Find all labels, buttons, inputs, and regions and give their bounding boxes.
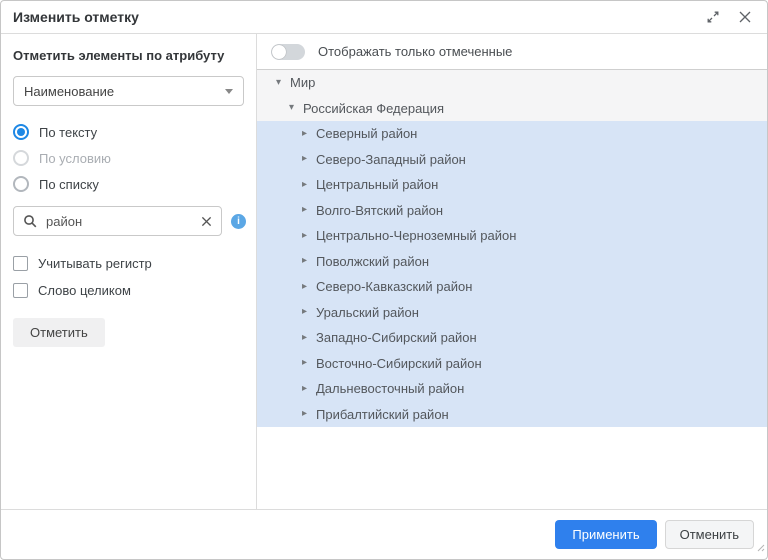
tree-item-label: Волго-Вятский район [316, 203, 443, 218]
tree-item[interactable]: ▸ Центральный район [257, 172, 767, 198]
radio-option[interactable]: По тексту [13, 119, 244, 145]
chevron-right-icon[interactable]: ▸ [299, 333, 310, 343]
chevron-down-icon [225, 89, 233, 94]
mode-radio-group: По тексту По условию По списку [13, 119, 244, 197]
tree-item[interactable]: ▸ Волго-Вятский район [257, 198, 767, 224]
filter-panel: Отметить элементы по атрибуту Наименован… [1, 34, 257, 509]
search-box[interactable] [13, 206, 222, 236]
dialog-titlebar: Изменить отметку [1, 1, 767, 34]
chevron-right-icon[interactable]: ▸ [299, 384, 310, 394]
attribute-dropdown[interactable]: Наименование [13, 76, 244, 106]
radio-label: По тексту [39, 125, 97, 140]
region-tree: ▾ Мир ▾ Российская Федерация ▸ Северный район… [257, 70, 767, 509]
radio-option[interactable]: По списку [13, 171, 244, 197]
chevron-right-icon[interactable]: ▸ [299, 409, 310, 419]
dialog-title: Изменить отметку [13, 9, 139, 25]
dialog-body: Отметить элементы по атрибуту Наименован… [1, 34, 767, 509]
tree-item-label: Центрально-Черноземный район [316, 228, 516, 243]
close-icon[interactable] [737, 9, 753, 25]
apply-button[interactable]: Применить [555, 520, 656, 549]
tree-item-label: Уральский район [316, 305, 419, 320]
chevron-right-icon[interactable]: ▸ [299, 358, 310, 368]
show-marked-toggle-row: Отображать только отмеченные [257, 34, 767, 70]
checkbox-option[interactable]: Учитывать регистр [13, 250, 244, 277]
titlebar-icons [705, 9, 753, 25]
radio-selected-icon[interactable] [13, 124, 29, 140]
tree-item-label: Прибалтийский район [316, 407, 449, 422]
dialog-footer: Применить Отменить [1, 509, 767, 559]
tree-item[interactable]: ▸ Северный район [257, 121, 767, 147]
checkbox-label: Учитывать регистр [38, 256, 152, 271]
info-icon[interactable]: i [231, 214, 246, 229]
chevron-down-icon[interactable]: ▾ [286, 103, 297, 113]
toggle-knob [272, 45, 286, 59]
chevron-right-icon[interactable]: ▸ [299, 180, 310, 190]
search-input[interactable] [44, 213, 194, 230]
tree-item[interactable]: ▸ Уральский район [257, 300, 767, 326]
chevron-right-icon[interactable]: ▸ [299, 256, 310, 266]
tree-item-label: Северный район [316, 126, 417, 141]
tree-item-label: Восточно-Сибирский район [316, 356, 482, 371]
tree-item-label: Центральный район [316, 177, 438, 192]
chevron-down-icon[interactable]: ▾ [273, 78, 284, 88]
chevron-right-icon[interactable]: ▸ [299, 231, 310, 241]
tree-item[interactable]: ▸ Прибалтийский район [257, 402, 767, 428]
radio-icon[interactable] [13, 150, 29, 166]
checkbox-icon[interactable] [13, 256, 28, 271]
tree-item-label: Мир [290, 75, 315, 90]
checkbox-icon[interactable] [13, 283, 28, 298]
tree-item-label: Северо-Кавказский район [316, 279, 472, 294]
radio-option[interactable]: По условию [13, 145, 244, 171]
chevron-right-icon[interactable]: ▸ [299, 282, 310, 292]
radio-dot [17, 128, 25, 136]
tree-item-label: Северо-Западный район [316, 152, 466, 167]
search-icon [23, 214, 37, 228]
tree-item[interactable]: ▸ Западно-Сибирский район [257, 325, 767, 351]
mark-button[interactable]: Отметить [13, 318, 105, 347]
radio-icon[interactable] [13, 176, 29, 192]
tree-item[interactable]: ▸ Дальневосточный район [257, 376, 767, 402]
checkbox-label: Слово целиком [38, 283, 131, 298]
tree-item-label: Западно-Сибирский район [316, 330, 477, 345]
chevron-right-icon[interactable]: ▸ [299, 205, 310, 215]
clear-search-icon[interactable] [201, 216, 212, 227]
tree-item[interactable]: ▸ Северо-Западный район [257, 147, 767, 173]
chevron-right-icon[interactable]: ▸ [299, 129, 310, 139]
tree-item[interactable]: ▸ Поволжский район [257, 249, 767, 275]
tree-item[interactable]: ▸ Северо-Кавказский район [257, 274, 767, 300]
search-options-group: Учитывать регистр Слово целиком [13, 250, 244, 304]
filter-panel-header: Отметить элементы по атрибуту [13, 48, 244, 63]
tree-panel: Отображать только отмеченные ▾ Мир ▾ Россий… [257, 34, 767, 509]
search-row: i [13, 206, 244, 236]
radio-label: По списку [39, 177, 99, 192]
chevron-right-icon[interactable]: ▸ [299, 154, 310, 164]
tree-item[interactable]: ▾ Российская Федерация [257, 96, 767, 122]
tree-item-label: Российская Федерация [303, 101, 444, 116]
show-marked-toggle[interactable] [271, 44, 305, 60]
tree-item-label: Поволжский район [316, 254, 429, 269]
tree-item[interactable]: ▸ Восточно-Сибирский район [257, 351, 767, 377]
radio-label: По условию [39, 151, 111, 166]
resize-grip-icon[interactable] [756, 539, 765, 557]
change-mark-dialog: Изменить отметку Отметить элементы по ат… [0, 0, 768, 560]
checkbox-option[interactable]: Слово целиком [13, 277, 244, 304]
attribute-dropdown-value: Наименование [24, 84, 114, 99]
cancel-button[interactable]: Отменить [665, 520, 754, 549]
tree-item[interactable]: ▸ Центрально-Черноземный район [257, 223, 767, 249]
show-marked-toggle-label: Отображать только отмеченные [318, 44, 512, 59]
chevron-right-icon[interactable]: ▸ [299, 307, 310, 317]
tree-item[interactable]: ▾ Мир [257, 70, 767, 96]
expand-icon[interactable] [705, 9, 721, 25]
tree-item-label: Дальневосточный район [316, 381, 464, 396]
